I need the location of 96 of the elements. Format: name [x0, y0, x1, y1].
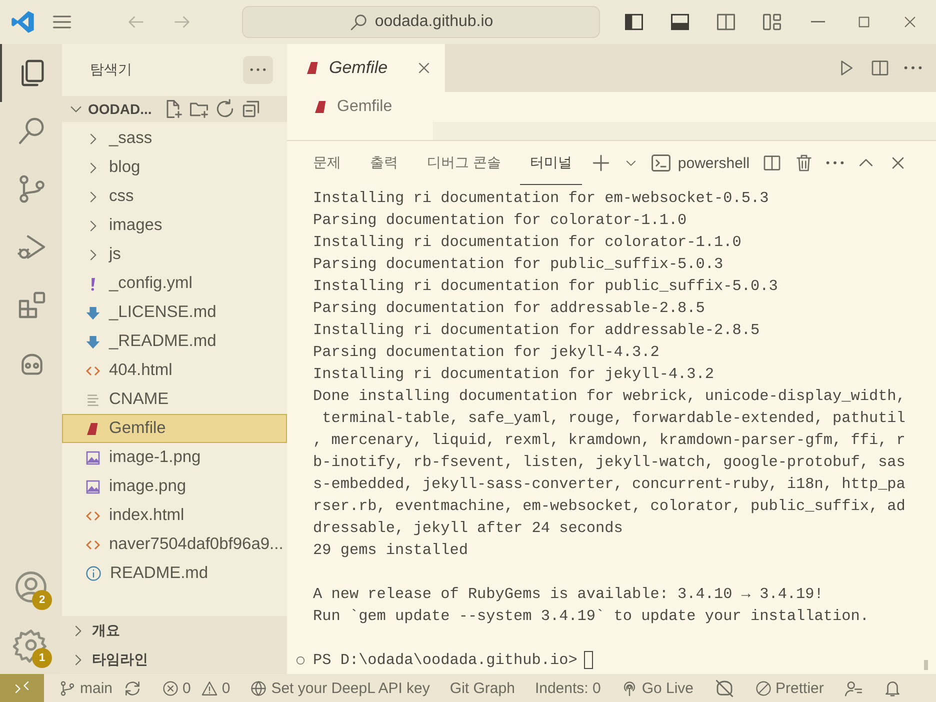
panel-tab[interactable]: 문제	[313, 141, 352, 185]
terminal-line: Parsing documentation for addressable-2.8.5	[313, 298, 706, 319]
sync-icon	[122, 678, 142, 698]
more-actions-button[interactable]	[243, 56, 273, 84]
info-icon	[85, 565, 102, 582]
status-bar-item[interactable]: Git Graph	[444, 674, 520, 702]
folder-header[interactable]: OODAD...	[62, 96, 287, 122]
terminal-line: 29 gems installed	[313, 540, 469, 561]
terminal-line: terminal-table, safe_yaml, rouge, forwardable-extended, pathutil	[321, 408, 906, 429]
maximize-icon	[856, 14, 872, 30]
feedback-icon	[844, 678, 863, 698]
minimize-icon	[811, 21, 825, 23]
panel-tab[interactable]: 디버그 콘솔	[427, 141, 512, 185]
file-tree-item[interactable]: _sass	[62, 124, 287, 153]
image-icon	[85, 450, 101, 466]
terminal-line: Run `gem update --system 3.4.19` to update your installation.	[313, 606, 870, 627]
file-tree-item[interactable]: js	[62, 240, 287, 269]
app-logo-icon	[10, 9, 36, 35]
file-tree-item[interactable]: 404.html	[62, 356, 287, 385]
breadcrumb[interactable]: Gemfile	[287, 92, 936, 122]
more-icon	[826, 161, 844, 165]
terminal-line: s-embedded, jekyll-sass-converter, concurrent-ruby, i18n, http_pa	[313, 474, 906, 495]
terminal-prompt: PS D:\odada\oodada.github.io>	[313, 651, 578, 669]
panel-layout-icon	[669, 11, 691, 33]
warning-icon	[200, 680, 218, 696]
terminal-shell-selector[interactable]: powershell	[650, 152, 750, 174]
split-editor-icon	[870, 58, 890, 78]
panel-tab[interactable]: 터미널	[520, 141, 582, 185]
account-icon	[13, 569, 49, 605]
file-tree-item[interactable]: Gemfile	[62, 414, 287, 443]
sidebar-title: 탐색기	[90, 61, 132, 79]
split-layout-icon	[715, 11, 737, 33]
down-arrow-icon	[85, 304, 101, 320]
terminal-line: Installing ri documentation for colorator-1.1.0	[313, 232, 742, 253]
bell-icon	[882, 678, 902, 698]
file-tree-item[interactable]: _README.md	[62, 327, 287, 356]
file-tree-item[interactable]: css	[62, 182, 287, 211]
terminal-line: A new release of RubyGems is available: 3.4.10 → 3.4.19!	[313, 584, 824, 605]
globe-icon	[250, 680, 268, 696]
editor-tab[interactable]: Gemfile	[287, 44, 445, 92]
terminal-line: b-inotify, rb-fsevent, listen, jekyll-watch, google-protobuf, sas	[313, 452, 906, 473]
grid-layout-icon	[761, 11, 783, 33]
file-tree-item[interactable]: images	[62, 211, 287, 240]
status-bar-item[interactable]: Go Live	[616, 674, 699, 702]
file-tree-item[interactable]: _config.yml	[62, 269, 287, 298]
file-tree-item[interactable]: index.html	[62, 501, 287, 530]
file-tree-item[interactable]: README.md	[62, 559, 287, 588]
status-bar-item[interactable]: 0	[196, 674, 236, 702]
section-header[interactable]: 타임라인	[62, 645, 287, 674]
sidebar-layout-icon	[623, 11, 645, 33]
circle-icon	[295, 654, 306, 666]
terminal-line: Installing ri documentation for em-websocket-0.5.3	[313, 188, 770, 209]
terminal-line: Parsing documentation for jekyll-4.3.2	[313, 342, 660, 363]
file-tree-item[interactable]: naver7504daf0bf96a9...	[62, 530, 287, 559]
section-header[interactable]: 개요	[62, 616, 287, 645]
scrollbar-thumb[interactable]	[924, 660, 928, 670]
gear-icon	[13, 627, 49, 663]
copilot-icon	[714, 678, 735, 698]
file-tree-item[interactable]: blog	[62, 153, 287, 182]
terminal-icon	[650, 152, 672, 174]
image-icon	[85, 478, 101, 494]
terminal-line: Parsing documentation for colorator-1.1.0	[313, 210, 688, 231]
down-arrow-icon	[85, 334, 101, 350]
status-bar-item[interactable]: 0	[156, 674, 196, 702]
command-center-search[interactable]: oodada.github.io	[242, 6, 600, 38]
terminal-cursor	[584, 651, 594, 669]
file-tree-item[interactable]: _LICENSE.md	[62, 298, 287, 327]
status-bar-item[interactable]: Set your DeepL API key	[245, 674, 435, 702]
lines-icon	[85, 392, 101, 408]
branch-icon	[59, 680, 76, 696]
file-tree-item[interactable]: image.png	[62, 472, 287, 501]
notification-badge: 1	[32, 648, 52, 668]
more-icon	[250, 68, 266, 72]
close-icon	[902, 14, 918, 30]
notification-badge: 2	[32, 590, 52, 610]
terminal-line: dressable, jekyll after 24 seconds	[313, 518, 624, 539]
terminal-line: Installing ri documentation for jekyll-4.3.2	[313, 364, 716, 385]
terminal-line: Installing ri documentation for addressable-2.8.5	[313, 320, 761, 341]
terminal-line: Parsing documentation for public_suffix-5.0.3	[313, 254, 724, 275]
file-tree-item[interactable]: CNAME	[62, 385, 287, 414]
status-bar-item[interactable]: Indents: 0	[530, 674, 606, 702]
terminal-line: Done installing documentation for webrick, unicode-display_width,	[313, 386, 906, 407]
file-tree-item[interactable]: image-1.png	[62, 443, 287, 472]
trash-icon	[794, 153, 814, 173]
error-icon	[162, 680, 179, 696]
extensions-icon	[16, 289, 48, 321]
terminal-line: Installing ri documentation for public_suffix-5.0.3	[313, 276, 779, 297]
panel-tab[interactable]: 출력	[370, 141, 409, 185]
search-icon	[348, 12, 369, 32]
prohibited-icon	[754, 680, 772, 696]
status-bar-item[interactable]: main	[54, 674, 118, 702]
status-bar-item[interactable]: Prettier	[750, 674, 829, 702]
split-terminal-icon	[762, 153, 782, 173]
terminal-line: rser.rb, eventmachine, em-websocket, colorator, public_suffix, ad	[313, 496, 906, 517]
more-icon	[904, 66, 922, 70]
terminal-line: , mercenary, liquid, rexml, kramdown, kramdown-parser-gfm, ffi, r	[313, 430, 906, 451]
